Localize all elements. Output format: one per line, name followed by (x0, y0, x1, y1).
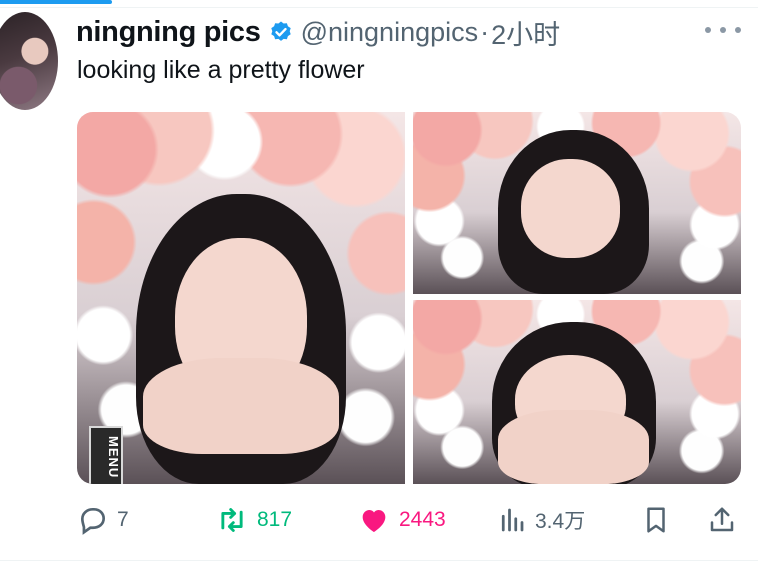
top-bar (0, 0, 758, 8)
handle[interactable]: @ningningpics (301, 17, 479, 48)
reply-button[interactable]: 7 (77, 500, 129, 540)
views-button[interactable]: 3.4万 (497, 500, 585, 540)
more-icon[interactable] (705, 18, 741, 42)
more-dot (735, 27, 741, 33)
like-count: 2443 (399, 508, 446, 531)
verified-badge-icon (269, 20, 293, 44)
view-count: 3.4万 (535, 510, 586, 533)
action-bar: 7 817 2443 3.4万 (77, 500, 741, 540)
share-button[interactable] (707, 500, 737, 540)
bookmark-icon (641, 504, 671, 536)
tweet-header: ningning pics @ningningpics · 2小时 (76, 14, 560, 50)
like-button[interactable]: 2443 (357, 500, 446, 540)
reply-icon (77, 504, 109, 536)
media-grid: MENU (77, 112, 741, 484)
repost-icon (215, 504, 249, 536)
timestamp[interactable]: 2小时 (491, 13, 560, 52)
bookmark-button[interactable] (641, 500, 671, 540)
photo-badge: MENU (89, 426, 123, 484)
reply-count: 7 (117, 508, 129, 531)
avatar[interactable] (0, 12, 58, 110)
more-dot (705, 27, 711, 33)
top-divider (0, 7, 758, 8)
photo-main[interactable]: MENU (77, 112, 405, 484)
heart-icon (357, 504, 391, 536)
photo-top-right[interactable] (413, 112, 741, 294)
repost-button[interactable]: 817 (215, 500, 292, 540)
share-icon (707, 504, 737, 536)
meta-separator: · (480, 16, 490, 47)
more-dot (720, 27, 726, 33)
repost-count: 817 (257, 508, 293, 531)
tweet-text: looking like a pretty flower (77, 56, 365, 84)
views-icon (497, 505, 527, 535)
display-name[interactable]: ningning pics (76, 16, 261, 49)
active-tab-indicator (0, 0, 112, 4)
bottom-divider (0, 560, 758, 561)
photo-bottom-right[interactable] (413, 300, 741, 484)
